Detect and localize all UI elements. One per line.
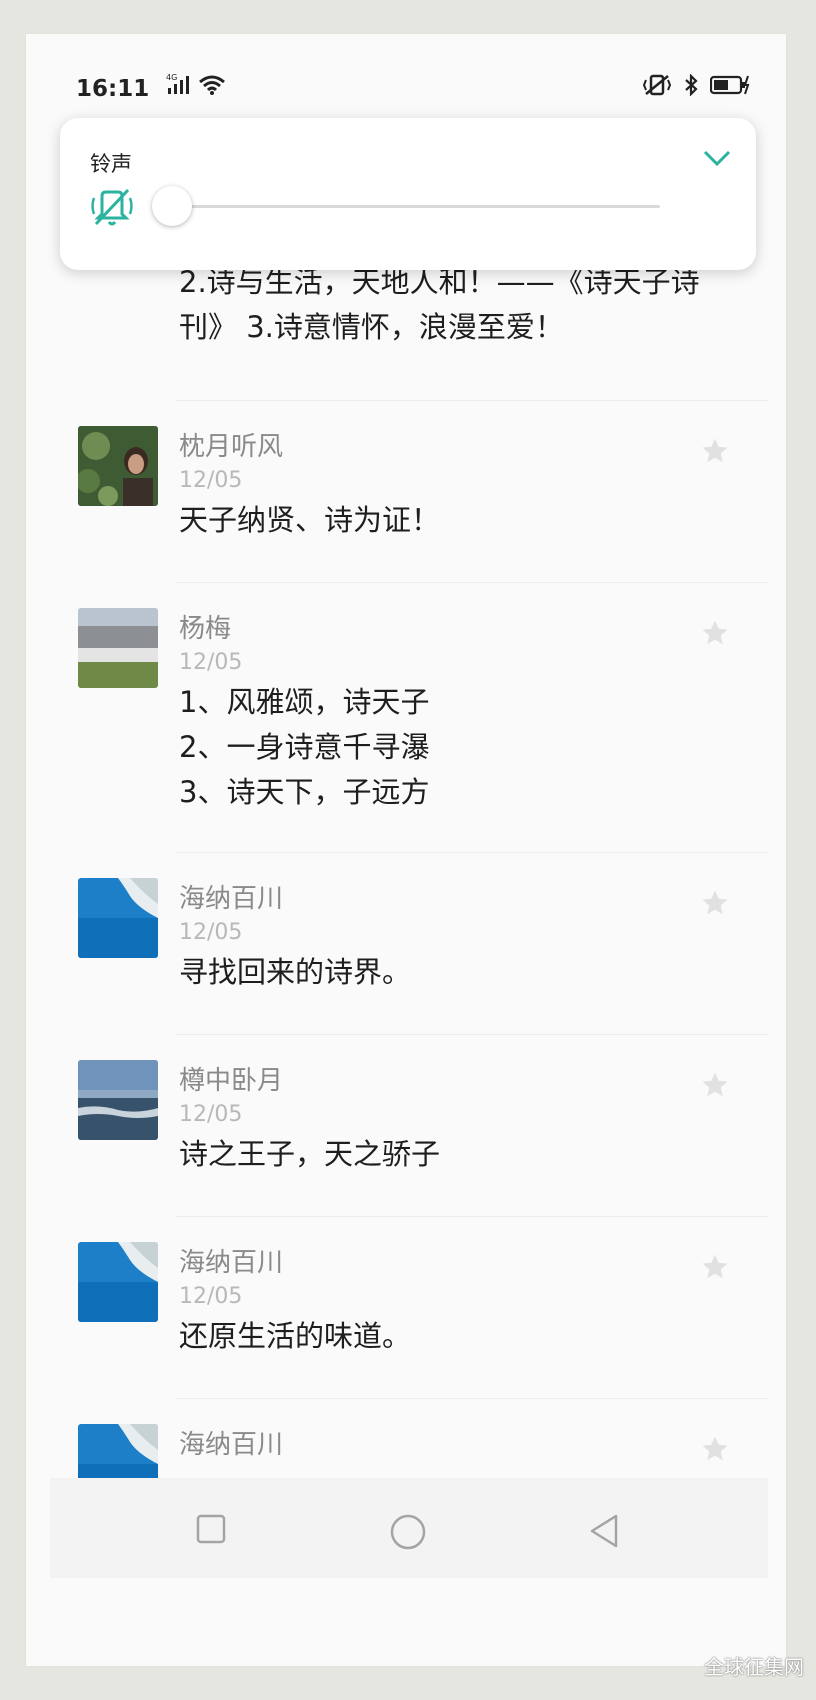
comment-content: 天子纳贤、诗为证！ [179, 498, 440, 543]
comment-date: 12/05 [179, 1102, 243, 1127]
volume-slider-track[interactable] [160, 205, 660, 208]
vibrate-off-icon [642, 74, 671, 96]
watermark: 全球征集网 [704, 1655, 804, 1679]
comment-line: 天子纳贤、诗为证！ [179, 503, 441, 537]
divider [176, 1034, 768, 1035]
comment-content: 诗之王子，天之骄子 [179, 1132, 440, 1177]
star-icon[interactable] [700, 888, 730, 922]
status-right-icons [636, 73, 750, 97]
user-name[interactable]: 海纳百川 [179, 1424, 283, 1461]
comment-line: 诗之王子，天之骄子 [179, 1137, 441, 1171]
comment-list[interactable]: 2.诗与生活，天地人和！——《诗天子诗 刊》 3.诗意情怀，浪漫至爱！ 枕月听风… [50, 230, 768, 1480]
back-button[interactable] [588, 1514, 620, 1552]
avatar[interactable] [78, 1060, 158, 1140]
avatar[interactable] [78, 426, 158, 506]
comment-content: 2.诗与生活，天地人和！——《诗天子诗 刊》 3.诗意情怀，浪漫至爱！ [179, 260, 739, 350]
comment-line: 2、一身诗意千寻瀑 [179, 730, 430, 764]
avatar[interactable] [78, 1424, 158, 1480]
bluetooth-icon [685, 73, 698, 97]
volume-slider-thumb[interactable] [152, 186, 192, 226]
comment-date: 12/05 [179, 650, 243, 675]
user-name[interactable]: 樽中卧月 [179, 1060, 283, 1097]
chevron-down-icon[interactable] [702, 148, 732, 172]
volume-title: 铃声 [90, 152, 132, 176]
wifi-icon [198, 74, 226, 100]
divider [176, 1216, 768, 1217]
divider [176, 852, 768, 853]
comment-date: 12/05 [179, 468, 243, 493]
star-icon[interactable] [700, 618, 730, 652]
comment-line: 还原生活的味道。 [179, 1319, 412, 1353]
volume-popup: 铃声 [60, 118, 756, 270]
recent-apps-button[interactable] [196, 1514, 226, 1548]
user-name[interactable]: 杨梅 [179, 608, 231, 645]
comment-line: 刊》 3.诗意情怀，浪漫至爱！ [179, 310, 564, 344]
comment-date: 12/05 [179, 920, 243, 945]
star-icon[interactable] [700, 1434, 730, 1468]
home-button[interactable] [390, 1514, 426, 1554]
status-time: 16:11 [76, 76, 150, 102]
avatar[interactable] [78, 1242, 158, 1322]
avatar[interactable] [78, 608, 158, 688]
battery-icon [709, 75, 750, 95]
user-name[interactable]: 海纳百川 [179, 1242, 283, 1279]
comment-line: 1、风雅颂，诗天子 [179, 685, 430, 719]
navigation-bar [50, 1478, 768, 1578]
status-bar: 16:11 4G [50, 58, 750, 118]
comment-content: 1、风雅颂，诗天子 2、一身诗意千寻瀑 3、诗天下，子远方 [179, 680, 429, 815]
comment-content: 寻找回来的诗界。 [179, 950, 411, 995]
avatar[interactable] [78, 878, 158, 958]
network-type-label: 4G [166, 73, 177, 82]
comment-date: 12/05 [179, 1284, 243, 1309]
star-icon[interactable] [700, 1252, 730, 1286]
comment-line: 3、诗天下，子远方 [179, 775, 430, 809]
divider [176, 400, 768, 401]
user-name[interactable]: 枕月听风 [179, 426, 283, 463]
star-icon[interactable] [700, 1070, 730, 1104]
divider [176, 1398, 768, 1399]
ringer-muted-icon[interactable] [90, 188, 136, 232]
comment-line: 寻找回来的诗界。 [179, 955, 412, 989]
comment-content: 还原生活的味道。 [179, 1314, 411, 1359]
user-name[interactable]: 海纳百川 [179, 878, 283, 915]
divider [176, 582, 768, 583]
star-icon[interactable] [700, 436, 730, 470]
cellular-signal-icon: 4G [166, 72, 194, 100]
